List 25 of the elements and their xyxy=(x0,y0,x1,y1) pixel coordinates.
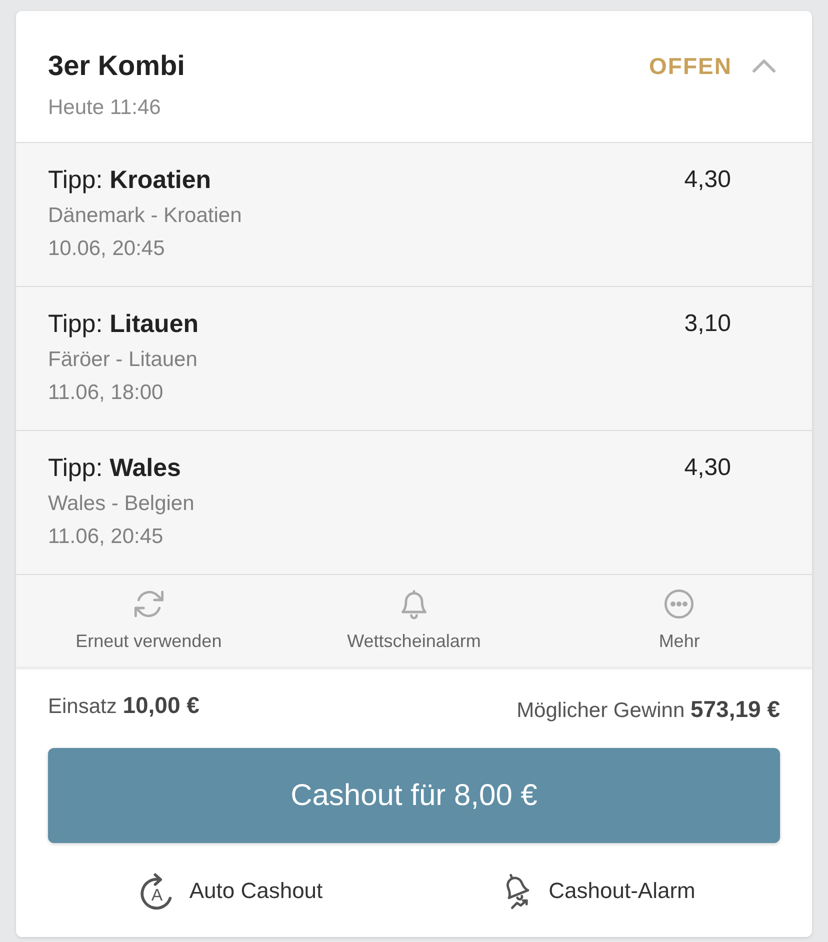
stake-amount: Einsatz 10,00 € xyxy=(48,691,200,720)
tip-label: Tipp: Kroatien xyxy=(48,165,212,196)
alarm-cashout-button[interactable]: Cashout-Alarm xyxy=(498,871,696,911)
more-button[interactable]: Mehr xyxy=(658,575,700,667)
match-name: Färöer - Litauen xyxy=(48,347,198,373)
cashout-button[interactable]: Cashout für 8,00 € xyxy=(48,748,780,843)
odds-value: 4,30 xyxy=(684,165,731,195)
bet-status: OFFEN xyxy=(649,52,732,81)
bet-title: 3er Kombi xyxy=(48,49,185,83)
odds-value: 4,30 xyxy=(684,453,731,483)
alarm-button[interactable]: Wettscheinalarm xyxy=(347,575,481,667)
potential-win: Möglicher Gewinn 573,19 € xyxy=(516,695,780,724)
tip-label: Tipp: Wales xyxy=(48,453,182,484)
match-date: 11.06, 18:00 xyxy=(48,380,164,406)
odds-value: 3,10 xyxy=(684,309,731,339)
match-name: Dänemark - Kroatien xyxy=(48,203,242,229)
more-icon xyxy=(663,587,696,621)
reuse-button[interactable]: Erneut verwenden xyxy=(76,575,222,667)
chevron-icon[interactable] xyxy=(752,59,776,73)
match-date: 11.06, 20:45 xyxy=(48,524,164,550)
bet-time: Heute 11:46 xyxy=(48,95,162,121)
tip-label: Tipp: Litauen xyxy=(48,309,199,340)
auto-cashout-button[interactable]: A Auto Cashout xyxy=(139,871,323,911)
match-date: 10.06, 20:45 xyxy=(48,236,166,262)
match-name: Wales - Belgien xyxy=(48,491,194,517)
